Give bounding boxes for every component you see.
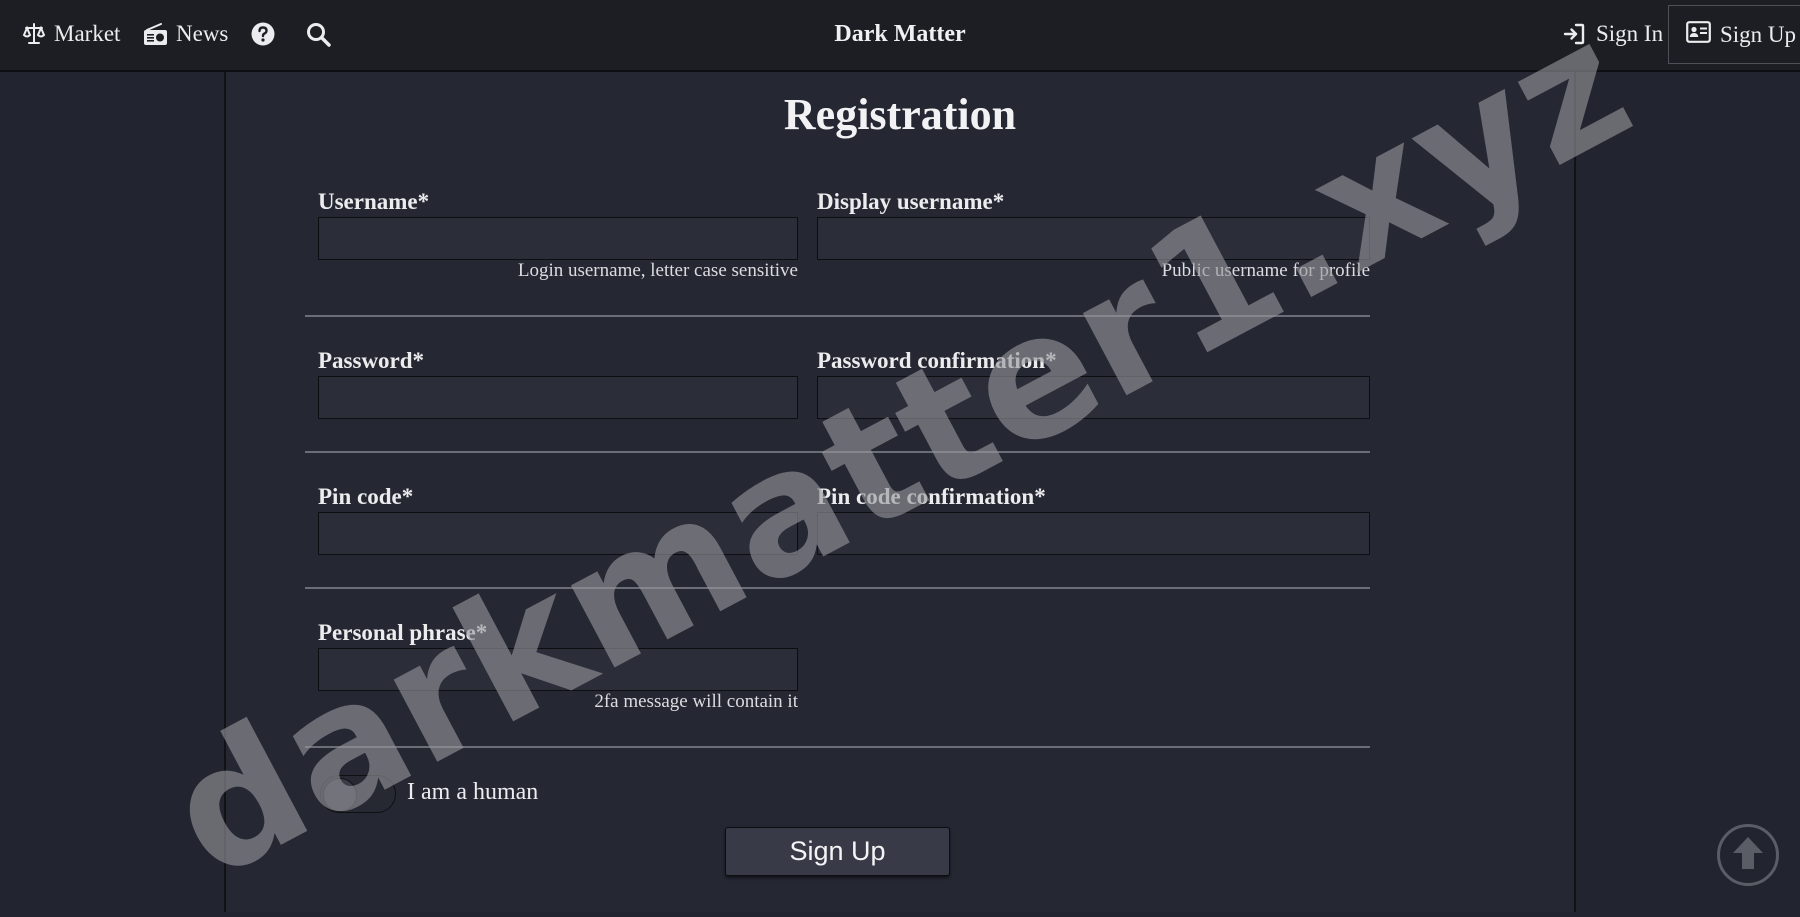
search-icon: [306, 22, 331, 47]
section-divider: [305, 746, 1370, 748]
password-confirmation-label: Password confirmation*: [817, 348, 1057, 373]
pin-code-label: Pin code*: [318, 484, 414, 509]
nav-news-label: News: [176, 21, 229, 46]
nav-search[interactable]: [306, 0, 331, 68]
sign-up-button[interactable]: Sign Up: [725, 827, 950, 876]
nav-market[interactable]: Market: [22, 0, 120, 68]
sign-in-icon: [1562, 22, 1586, 46]
password-label: Password*: [318, 348, 425, 373]
scroll-to-top-button[interactable]: [1717, 824, 1779, 886]
scale-icon: [22, 22, 46, 46]
nav-sign-in[interactable]: Sign In: [1562, 0, 1663, 68]
human-toggle[interactable]: [320, 775, 396, 813]
pin-code-input[interactable]: [318, 512, 798, 555]
password-input[interactable]: [318, 376, 798, 419]
display-username-label: Display username*: [817, 189, 1005, 214]
nav-market-label: Market: [54, 21, 121, 46]
radio-icon: [143, 22, 168, 46]
password-confirmation-input[interactable]: [817, 376, 1370, 419]
top-navbar: Dark Matter Market News Sign In Sign Up: [0, 0, 1800, 72]
nav-help[interactable]: [251, 0, 275, 68]
username-label: Username*: [318, 189, 430, 214]
page-title: Registration: [783, 90, 1017, 139]
section-divider: [305, 315, 1370, 317]
display-username-hint: Public username for profile: [1161, 260, 1370, 281]
personal-phrase-input[interactable]: [318, 648, 798, 691]
username-hint: Login username, letter case sensitive: [517, 260, 798, 281]
pin-code-confirmation-label: Pin code confirmation*: [817, 484, 1046, 509]
section-divider: [305, 587, 1370, 589]
section-divider: [305, 451, 1370, 453]
nav-sign-up-label: Sign Up: [1720, 21, 1797, 47]
personal-phrase-label: Personal phrase*: [318, 620, 488, 645]
arrow-up-icon: [1731, 835, 1765, 876]
nav-news[interactable]: News: [143, 0, 228, 68]
question-circle-icon: [251, 22, 275, 46]
human-toggle-label: I am a human: [407, 779, 539, 805]
nav-sign-in-label: Sign In: [1596, 21, 1664, 46]
toggle-knob: [323, 778, 357, 812]
personal-phrase-hint: 2fa message will contain it: [594, 691, 798, 712]
id-card-icon: [1686, 20, 1711, 49]
username-input[interactable]: [318, 217, 798, 260]
display-username-input[interactable]: [817, 217, 1370, 260]
nav-sign-up[interactable]: Sign Up: [1668, 5, 1800, 64]
pin-code-confirmation-input[interactable]: [817, 512, 1370, 555]
